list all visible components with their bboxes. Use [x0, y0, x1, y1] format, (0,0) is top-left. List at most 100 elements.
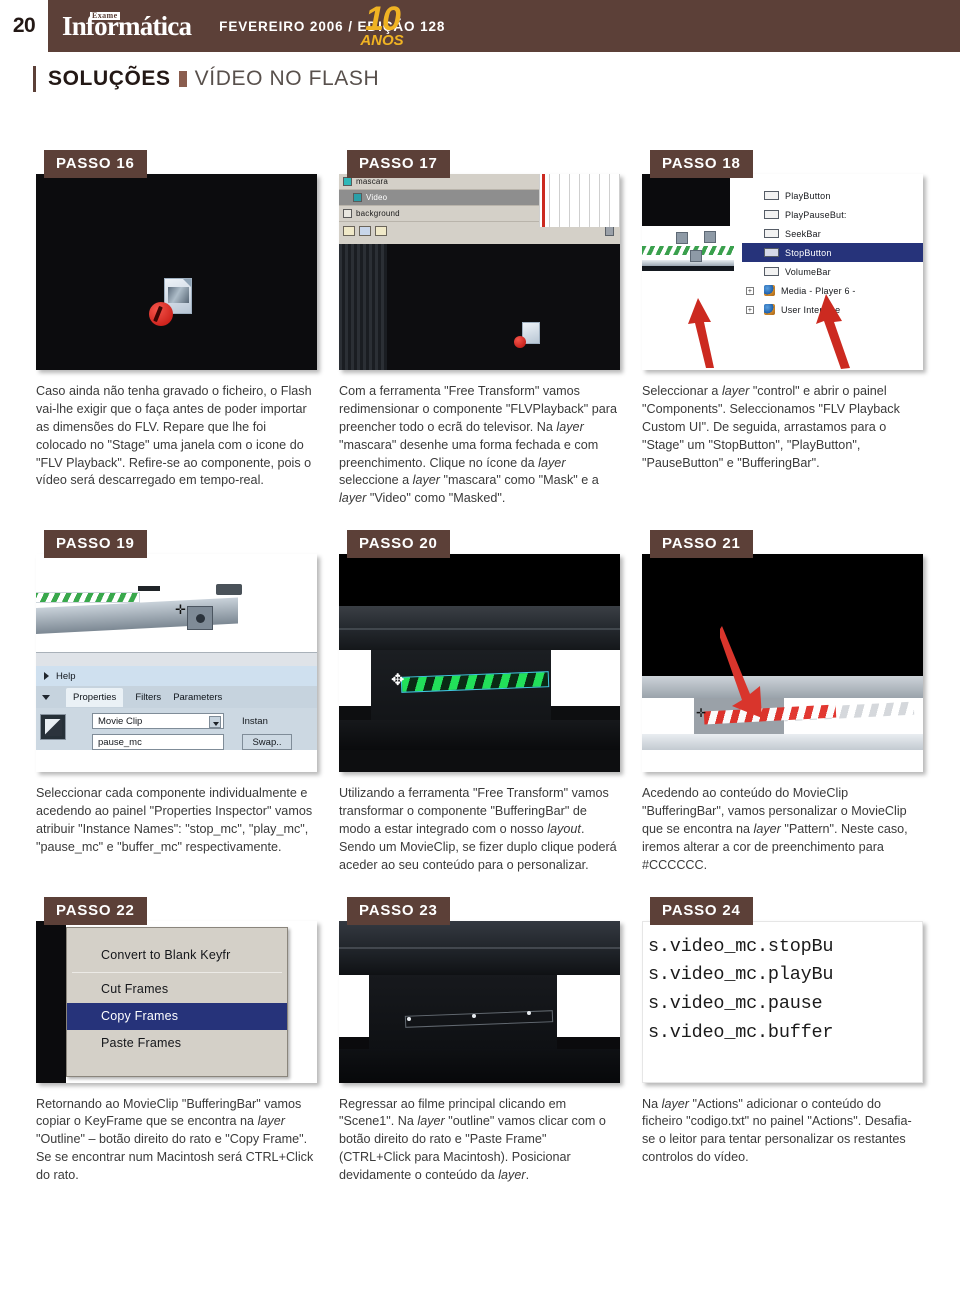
step-card-20: PASSO 20 ✥ Utilizando a ferramenta "Free… — [339, 530, 620, 874]
white-backdrop-left — [339, 974, 369, 1037]
component-item-playbutton[interactable]: PlayButton — [742, 186, 923, 205]
symbol-type-select[interactable]: Movie Clip — [92, 713, 224, 730]
italic-term: layer — [498, 1168, 526, 1182]
step-screenshot-16 — [36, 174, 317, 370]
step-label-22: PASSO 22 — [44, 896, 147, 925]
step-label-24: PASSO 24 — [650, 896, 753, 925]
stage-dark-edge — [36, 920, 66, 1083]
white-backdrop-right — [551, 650, 620, 707]
step-screenshot-21: ✛ — [642, 554, 923, 773]
new-folder-icon[interactable] — [375, 225, 387, 236]
tv-stand-graphic — [642, 260, 734, 271]
red-arrow-icon — [816, 294, 850, 369]
component-label: StopButton — [785, 247, 832, 258]
issue-line: FEVEREIRO 2006 / EDIÇÃO 128 — [219, 18, 446, 34]
selected-component-node[interactable] — [187, 606, 213, 631]
tab-parameters[interactable]: Parameters — [173, 692, 222, 703]
component-label: VolumeBar — [785, 266, 831, 277]
component-item-stopbutton[interactable]: StopButton — [742, 243, 923, 262]
step-card-18: PASSO 18 PlayButton PlayPauseBut: SeekBa… — [642, 150, 923, 508]
row-spacer — [36, 875, 924, 897]
italic-term: layer — [753, 821, 781, 836]
properties-panel-tabs: Properties Filters Parameters — [36, 686, 317, 709]
steps-row-3: PASSO 22 Convert to Blank Keyfr Cut Fram… — [36, 896, 924, 1185]
collapse-triangle-icon[interactable] — [42, 694, 50, 700]
italic-term: layout — [547, 821, 581, 836]
component-item-volumebar[interactable]: VolumeBar — [742, 262, 923, 281]
tv-bezel-graphic — [339, 920, 620, 975]
component-label: PlayButton — [785, 190, 831, 201]
component-button-icon[interactable] — [690, 250, 702, 262]
code-line: s.video_mc.stopBu — [648, 935, 834, 957]
section-rule — [0, 66, 36, 92]
code-line: s.video_mc.buffer — [648, 1021, 834, 1043]
crosshair-cursor-icon: ✛ — [696, 706, 707, 721]
shape-handle-icon[interactable] — [472, 1013, 476, 1018]
italic-term: layer — [556, 419, 584, 434]
step-caption-20: Utilizando a ferramenta "Free Transform"… — [339, 786, 617, 872]
component-folder-icon — [764, 304, 775, 315]
actions-code-area[interactable]: s.video_mc.stopBu s.video_mc.playBu s.vi… — [648, 933, 923, 1048]
red-arrow-icon — [720, 626, 762, 719]
step-label-17: PASSO 17 — [347, 150, 450, 178]
component-label: PlayPauseBut: — [785, 209, 847, 220]
shape-handle-icon[interactable] — [407, 1016, 411, 1021]
step-label-23: PASSO 23 — [347, 896, 450, 925]
step-screenshot-24: s.video_mc.stopBu s.video_mc.playBu s.vi… — [642, 920, 923, 1083]
component-button-icon[interactable] — [676, 232, 688, 244]
instance-name-input[interactable]: pause_mc — [92, 734, 224, 751]
timeline-frames-ruler[interactable] — [539, 174, 620, 227]
step-card-22: PASSO 22 Convert to Blank Keyfr Cut Fram… — [36, 896, 317, 1185]
anniversary-word: ANOS — [360, 32, 404, 49]
step-card-19: PASSO 19 ✛ Help Properties Filters Param… — [36, 530, 317, 874]
tab-properties[interactable]: Properties — [66, 687, 124, 707]
tab-filters[interactable]: Filters — [135, 692, 161, 703]
row-spacer — [36, 508, 924, 530]
layer-folder-icon — [343, 209, 352, 218]
component-item-seekbar[interactable]: SeekBar — [742, 224, 923, 243]
new-layer-icon[interactable] — [343, 225, 355, 236]
help-panel-header[interactable]: Help — [36, 666, 317, 687]
shape-handle-icon[interactable] — [527, 1010, 531, 1015]
italic-term: layer — [257, 1114, 285, 1129]
layer-folder-icon — [343, 177, 352, 186]
white-backdrop-left — [339, 650, 371, 707]
component-button-icon[interactable] — [704, 231, 716, 243]
menu-item-copy-frames[interactable]: Copy Frames — [67, 1002, 287, 1030]
add-motion-guide-icon[interactable] — [359, 225, 371, 236]
white-backdrop-right — [557, 974, 620, 1037]
logo-wordmark: Informática — [62, 10, 192, 41]
flash-stage-background — [36, 174, 317, 370]
move-cursor-icon: ✥ — [391, 672, 405, 690]
step-card-24: PASSO 24 s.video_mc.stopBu s.video_mc.pl… — [642, 896, 923, 1185]
step-caption-21: Acedendo ao conteúdo do MovieClip "Buffe… — [642, 786, 908, 872]
tv-screen-graphic — [642, 174, 730, 226]
tv-base-graphic — [339, 1048, 620, 1083]
component-glyph-icon — [764, 267, 779, 276]
component-glyph-icon — [764, 191, 779, 200]
component-glyph-icon — [764, 210, 779, 219]
step-caption-16: Caso ainda não tenha gravado o ficheiro,… — [36, 384, 312, 488]
menu-item-convert-keyframe-partial[interactable] — [67, 928, 287, 942]
expand-plus-icon[interactable]: + — [746, 286, 754, 295]
menu-item-convert-to-blank-keyframe[interactable]: Convert to Blank Keyfr — [67, 942, 287, 969]
expand-triangle-icon[interactable] — [44, 672, 49, 681]
step-label-16: PASSO 16 — [44, 150, 147, 178]
menu-item-cut-frames[interactable]: Cut Frames — [67, 976, 287, 1003]
component-item-playpausebutton[interactable]: PlayPauseBut: — [742, 205, 923, 224]
step-caption-22: Retornando ao MovieClip "BufferingBar" v… — [36, 1096, 314, 1183]
swap-label: Swap.. — [252, 736, 282, 748]
italic-term: layer — [412, 473, 440, 488]
instance-name-value: pause_mc — [98, 736, 142, 748]
chevron-down-icon[interactable] — [209, 716, 221, 729]
section-subtitle: VÍDEO NO FLASH — [194, 67, 380, 90]
green-stripe-graphic — [36, 592, 140, 604]
italic-term: layer — [339, 491, 367, 506]
expand-plus-icon[interactable]: + — [746, 305, 754, 314]
steps-row-1: PASSO 16 Caso ainda não tenha gravado o … — [36, 150, 924, 508]
swap-button[interactable]: Swap.. — [242, 734, 292, 751]
menu-item-paste-frames[interactable]: Paste Frames — [67, 1030, 287, 1057]
component-handle-icon — [216, 584, 242, 596]
playhead-icon[interactable] — [542, 174, 545, 227]
magazine-logo: Exame Informática — [62, 11, 192, 40]
